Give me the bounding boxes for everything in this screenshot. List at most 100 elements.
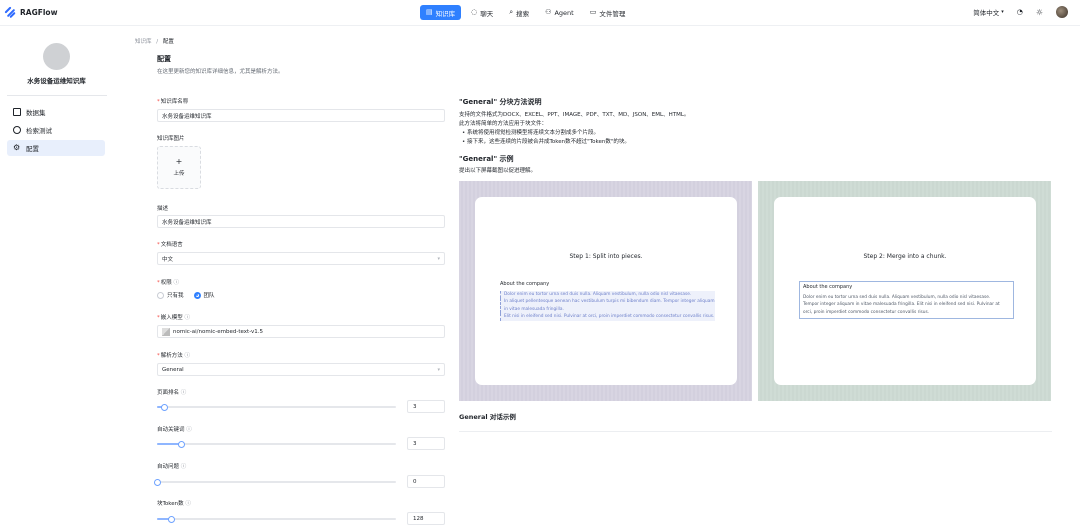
radio-team[interactable]: 团队 [193, 291, 215, 299]
dataset-icon [13, 108, 21, 116]
page-rank-slider[interactable] [157, 403, 396, 411]
method-bullet: • 接下来，这些连续的片段被合并成Token数不超过"Token数"的块。 [462, 139, 630, 145]
example-text-block: About the company Dolor enim eu tortor u… [500, 281, 715, 321]
retrieval-test-icon [13, 126, 21, 134]
page-rank-label: 页面排名 ⓘ [157, 390, 187, 396]
dialog-example-title: General 对话示例 [459, 413, 516, 421]
description-label: 描述 [157, 206, 169, 212]
kb-image-label: 知识库图片 [157, 136, 185, 142]
sidebar-item-label: 数据集 [26, 109, 46, 117]
parse-method-select[interactable]: General ▾ [157, 363, 445, 376]
search-icon: ⌕ [509, 8, 514, 16]
page-rank-input[interactable]: 3 [407, 400, 445, 413]
chat-icon: ◌ [471, 8, 478, 16]
method-title: "General" 分块方法说明 [459, 98, 542, 106]
chunk-token-label: 块Token数 ⓘ [157, 501, 191, 507]
help-icon: ⓘ [185, 501, 191, 507]
block-title: About the company [500, 281, 550, 287]
block-line: Tempor integer aliquam in vitae malesuad… [803, 302, 1000, 315]
radio-label: 团队 [203, 293, 215, 299]
method-formats: 支持的文件格式为DOCX、EXCEL、PPT、IMAGE、PDF、TXT、MD、… [459, 112, 690, 118]
nav-label: 文件管理 [599, 9, 626, 18]
description-input[interactable]: 水务设备运维知识库 [157, 215, 445, 228]
top-right-controls: 简体中文 ▾ ◔ ☼ [973, 6, 1068, 18]
top-navigation-bar: RAGFlow ▤ 知识库 ◌ 聊天 ⌕ 搜索 ⚇ Agent ▭ 文件管理 简… [0, 0, 1080, 26]
sidebar: 水务设备运维知识库 数据集 检索测试 ⚙ 配置 [0, 26, 113, 526]
help-icon: ⓘ [186, 427, 192, 433]
chunk-token-input[interactable]: 128 [407, 512, 445, 525]
file-icon: ▭ [589, 8, 597, 16]
nav-search[interactable]: ⌕ 搜索 [503, 5, 535, 20]
slider-thumb[interactable] [154, 478, 161, 486]
kb-name-label: *知识库名称 [157, 99, 189, 105]
radio-circle-selected [193, 291, 201, 299]
nav-chat[interactable]: ◌ 聊天 [465, 5, 499, 20]
ragflow-logo-icon [4, 6, 16, 19]
help-icon: ⓘ [180, 464, 187, 470]
example-title: "General" 示例 [459, 155, 514, 163]
permission-label: *权限 ⓘ [157, 280, 180, 286]
page-subtitle: 在这里更新您的知识库详细信息，尤其是解析方法。 [157, 69, 284, 75]
sidebar-divider [7, 95, 107, 96]
embedding-model-select[interactable]: nomic-ai/nomic-embed-text-v1.5 [157, 325, 445, 338]
example-text-block: About the company Dolor enim eu tortor u… [799, 281, 1014, 319]
radio-label: 只有我 [167, 293, 184, 299]
language-field-label: *文档语言 [157, 242, 183, 248]
slider-thumb[interactable] [178, 440, 185, 448]
embedding-model-label: *嵌入模型 ⓘ [157, 315, 191, 321]
chevron-down-icon: ▾ [437, 256, 440, 262]
chunk-token-slider[interactable] [157, 515, 396, 523]
nav-file-management[interactable]: ▭ 文件管理 [584, 5, 632, 20]
breadcrumb: 知识库 / 配置 [135, 37, 174, 45]
example-image-step1: Step 1: Split into pieces. About the com… [459, 181, 752, 401]
example-hint: 提出以下屏幕截图以促进理解。 [459, 168, 537, 174]
chevron-down-icon: ▾ [1001, 9, 1004, 15]
book-icon: ▤ [426, 8, 433, 16]
auto-question-label: 自动问题 ⓘ [157, 464, 187, 470]
radio-circle [157, 291, 164, 299]
example-card: Step 1: Split into pieces. About the com… [475, 197, 737, 385]
nav-knowledge-base[interactable]: ▤ 知识库 [420, 5, 462, 20]
help-icon: ⓘ [184, 353, 191, 359]
kb-name: 水务设备运维知识库 [27, 77, 86, 85]
sidebar-item-retrieval-test[interactable]: 检索测试 [7, 122, 105, 138]
sidebar-item-dataset[interactable]: 数据集 [7, 104, 105, 120]
nav-label: Agent [554, 8, 574, 17]
slider-thumb[interactable] [161, 403, 168, 411]
chevron-down-icon: ▾ [437, 367, 440, 373]
theme-toggle-icon[interactable]: ☼ [1036, 8, 1043, 17]
parse-method-label: *解析方法 ⓘ [157, 353, 191, 359]
image-upload-button[interactable]: + 上传 [157, 146, 201, 189]
method-bullet: • 系统将使用视觉检测模型将连续文本分割成多个片段。 [462, 130, 600, 136]
auto-keyword-slider[interactable] [157, 440, 396, 448]
github-icon[interactable]: ◔ [1017, 8, 1023, 16]
auto-question-slider[interactable] [154, 478, 396, 486]
auto-keyword-input[interactable]: 3 [407, 437, 445, 450]
example-image-step2: Step 2: Merge into a chunk. About the co… [758, 181, 1051, 401]
block-line: In aliquet pellentesque aenean hac vesti… [500, 298, 715, 313]
radio-only-me[interactable]: 只有我 [157, 291, 184, 299]
example-card: Step 2: Merge into a chunk. About the co… [774, 197, 1036, 385]
app-logo[interactable]: RAGFlow [4, 6, 58, 19]
user-avatar[interactable] [1056, 6, 1068, 18]
sidebar-item-config[interactable]: ⚙ 配置 [7, 140, 105, 156]
block-title: About the company [803, 284, 853, 290]
upload-label: 上传 [173, 171, 185, 177]
auto-keyword-label: 自动关键词 ⓘ [157, 427, 192, 433]
breadcrumb-current: 配置 [162, 39, 174, 45]
auto-question-input[interactable]: 0 [407, 475, 445, 488]
kb-name-input[interactable]: 水务设备运维知识库 [157, 109, 445, 122]
page-title: 配置 [157, 55, 171, 63]
breadcrumb-separator: / [156, 39, 159, 45]
model-icon [162, 327, 170, 336]
nav-agent[interactable]: ⚇ Agent [539, 5, 580, 20]
plus-icon: + [175, 157, 183, 166]
gear-icon: ⚙ [13, 143, 21, 152]
kb-avatar [43, 43, 70, 70]
step-title: Step 1: Split into pieces. [569, 253, 643, 260]
language-select[interactable]: 中文 ▾ [157, 252, 445, 265]
language-select[interactable]: 简体中文 ▾ [973, 7, 1004, 17]
breadcrumb-parent[interactable]: 知识库 [135, 39, 152, 45]
step-title: Step 2: Merge into a chunk. [863, 253, 947, 260]
slider-thumb[interactable] [168, 515, 175, 523]
